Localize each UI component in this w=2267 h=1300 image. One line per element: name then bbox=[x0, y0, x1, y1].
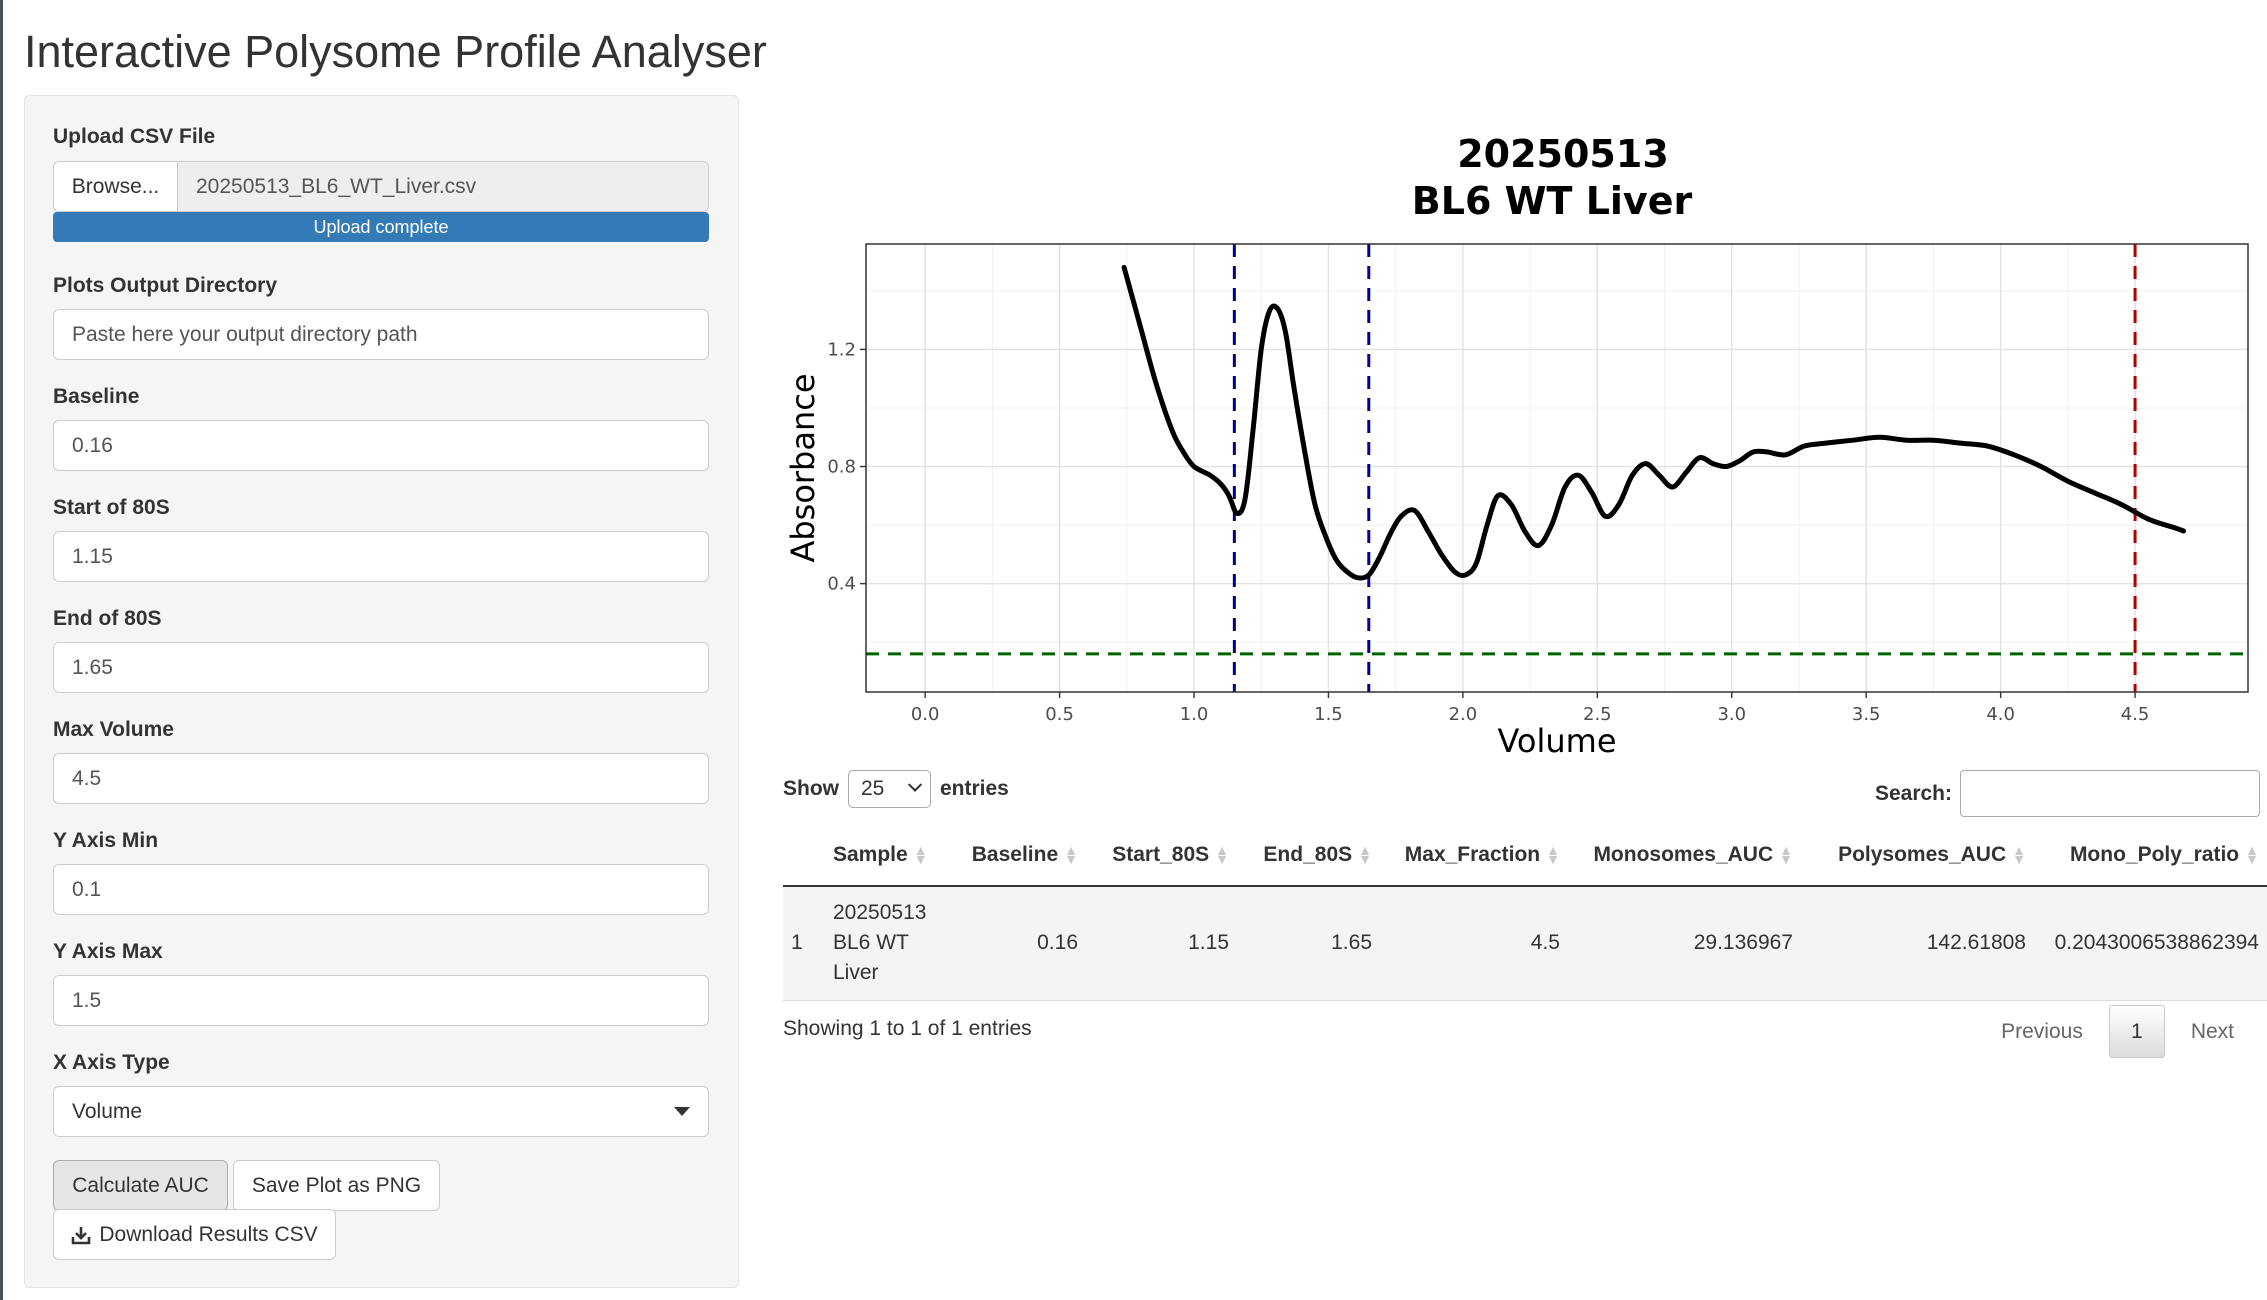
max-volume-label: Max Volume bbox=[53, 718, 174, 741]
x-tick-label: 1.0 bbox=[1180, 704, 1209, 725]
cell-baseline: 0.16 bbox=[945, 886, 1086, 1001]
x-tick-label: 0.0 bbox=[911, 704, 940, 725]
start-80s-input[interactable]: 1.15 bbox=[53, 531, 709, 582]
sort-icon: ▲ ▼ bbox=[1064, 842, 1078, 868]
sample-line: BL6 WT bbox=[833, 931, 909, 955]
x-tick-label: 4.5 bbox=[2121, 704, 2150, 725]
chart-subtitle: BL6 WT Liver bbox=[1412, 179, 1693, 223]
results-table: Sample ▲ ▼ Baseline ▲ ▼ Start_80S ▲ ▼ End_80S ▲… bbox=[783, 825, 2267, 1001]
column-header-end-80s[interactable]: End_80S ▲ ▼ bbox=[1237, 825, 1380, 887]
y-max-label: Y Axis Max bbox=[53, 940, 163, 963]
entries-select-value: 25 bbox=[861, 777, 885, 800]
x-axis-type-select[interactable]: Volume bbox=[53, 1086, 709, 1137]
column-header-monosomes-auc[interactable]: Monosomes_AUC ▲ ▼ bbox=[1568, 825, 1801, 887]
start-80s-label: Start of 80S bbox=[53, 496, 170, 519]
download-icon bbox=[72, 1226, 91, 1244]
x-tick-label: 3.5 bbox=[1852, 704, 1881, 725]
entries-length-control: Show 25 entries bbox=[783, 770, 1009, 808]
column-header-mono-poly-ratio[interactable]: Mono_Poly_ratio ▲ ▼ bbox=[2034, 825, 2267, 887]
y-tick-label: 0.8 bbox=[827, 457, 856, 478]
y-axis-title: Absorbance bbox=[784, 373, 822, 562]
baseline-label: Baseline bbox=[53, 385, 140, 408]
search-input[interactable] bbox=[1960, 770, 2260, 817]
sort-icon: ▲ ▼ bbox=[1358, 842, 1372, 868]
x-tick-label: 0.5 bbox=[1045, 704, 1074, 725]
x-tick-label: 3.0 bbox=[1717, 704, 1746, 725]
x-tick-label: 1.5 bbox=[1314, 704, 1343, 725]
y-min-input[interactable]: 0.1 bbox=[53, 864, 709, 915]
file-upload: Browse... 20250513_BL6_WT_Liver.csv bbox=[53, 161, 709, 212]
entries-label: entries bbox=[940, 777, 1009, 800]
show-label: Show bbox=[783, 777, 839, 800]
sort-icon: ▲ ▼ bbox=[2012, 842, 2026, 868]
current-page-button[interactable]: 1 bbox=[2108, 1005, 2165, 1058]
baseline-input[interactable]: 0.16 bbox=[53, 420, 709, 471]
table-row[interactable]: 1 20250513 BL6 WT Liver 0.16 1.15 1.65 4… bbox=[783, 886, 2267, 1001]
save-png-button[interactable]: Save Plot as PNG bbox=[233, 1160, 440, 1211]
sort-icon: ▲ ▼ bbox=[1215, 842, 1229, 868]
x-axis-type-label: X Axis Type bbox=[53, 1051, 170, 1074]
output-dir-label: Plots Output Directory bbox=[53, 274, 278, 297]
previous-page-button[interactable]: Previous bbox=[1975, 1005, 2109, 1058]
profile-chart-svg: 20250513BL6 WT Liver0.0 0.5 1.0 1.5 2.0 2.5 3.… bbox=[784, 132, 2249, 760]
x-axis-title: Volume bbox=[1497, 722, 1616, 760]
cell-mono-poly-ratio: 0.2043006538862394 bbox=[2034, 886, 2267, 1001]
browse-button[interactable]: Browse... bbox=[53, 161, 178, 212]
column-header-baseline[interactable]: Baseline ▲ ▼ bbox=[945, 825, 1086, 887]
table-header-row: Sample ▲ ▼ Baseline ▲ ▼ Start_80S ▲ ▼ End_80S ▲… bbox=[783, 825, 2267, 887]
table-info: Showing 1 to 1 of 1 entries bbox=[783, 1017, 1032, 1040]
window-edge bbox=[0, 0, 3, 1300]
column-header-start-80s[interactable]: Start_80S ▲ ▼ bbox=[1086, 825, 1237, 887]
table-search: Search: bbox=[1875, 770, 2260, 817]
cell-max-fraction: 4.5 bbox=[1380, 886, 1568, 1001]
app-title: Interactive Polysome Profile Analyser bbox=[24, 26, 767, 77]
column-header-polysomes-auc[interactable]: Polysomes_AUC ▲ ▼ bbox=[1801, 825, 2034, 887]
column-header-max-fraction[interactable]: Max_Fraction ▲ ▼ bbox=[1380, 825, 1568, 887]
cell-sample: 20250513 BL6 WT Liver bbox=[825, 886, 945, 1001]
column-header-sample[interactable]: Sample ▲ ▼ bbox=[825, 825, 945, 887]
cell-start-80s: 1.15 bbox=[1086, 886, 1237, 1001]
file-name-field[interactable]: 20250513_BL6_WT_Liver.csv bbox=[178, 161, 709, 212]
upload-progress-bar: Upload complete bbox=[53, 212, 709, 242]
y-max-input[interactable]: 1.5 bbox=[53, 975, 709, 1026]
chart-title: 20250513 bbox=[1457, 132, 1669, 176]
next-page-button[interactable]: Next bbox=[2165, 1005, 2260, 1058]
output-dir-input[interactable]: Paste here your output directory path bbox=[53, 309, 709, 360]
search-label: Search: bbox=[1874, 781, 1952, 805]
entries-select[interactable]: 25 bbox=[848, 770, 931, 808]
sample-line: 20250513 bbox=[833, 901, 927, 925]
sort-icon: ▲ ▼ bbox=[1779, 842, 1793, 868]
column-header-index bbox=[783, 825, 825, 887]
y-min-label: Y Axis Min bbox=[53, 829, 159, 852]
cell-end-80s: 1.65 bbox=[1237, 886, 1380, 1001]
cell-polysomes-auc: 142.61808 bbox=[1801, 886, 2034, 1001]
calculate-auc-button[interactable]: Calculate AUC bbox=[53, 1160, 228, 1211]
upload-label: Upload CSV File bbox=[53, 125, 216, 148]
sort-icon: ▲ ▼ bbox=[1546, 842, 1560, 868]
end-80s-input[interactable]: 1.65 bbox=[53, 642, 709, 693]
x-tick-label: 2.0 bbox=[1449, 704, 1478, 725]
cell-index: 1 bbox=[783, 886, 825, 1001]
y-tick-label: 1.2 bbox=[827, 339, 856, 360]
chevron-down-icon bbox=[907, 777, 923, 792]
sort-icon: ▲ ▼ bbox=[2245, 842, 2259, 868]
profile-plot: 20250513 BL6 WT Liver 0.0 0.5 1.0 1.5 2.0 2.5 3.… bbox=[770, 120, 2267, 770]
x-axis-type-value: Volume bbox=[72, 1099, 143, 1123]
download-csv-button[interactable]: Download Results CSV bbox=[53, 1209, 336, 1260]
y-tick-label: 0.4 bbox=[827, 574, 856, 595]
x-tick-label: 4.0 bbox=[1986, 704, 2015, 725]
download-csv-label: Download Results CSV bbox=[99, 1222, 318, 1246]
sort-icon: ▲ ▼ bbox=[913, 842, 928, 868]
table-pagination: Previous 1 Next bbox=[1975, 1005, 2260, 1058]
max-volume-input[interactable]: 4.5 bbox=[53, 753, 709, 804]
end-80s-label: End of 80S bbox=[53, 607, 162, 630]
sample-line: Liver bbox=[833, 961, 879, 985]
cell-monosomes-auc: 29.136967 bbox=[1568, 886, 1801, 1001]
dropdown-caret-icon bbox=[674, 1107, 690, 1116]
